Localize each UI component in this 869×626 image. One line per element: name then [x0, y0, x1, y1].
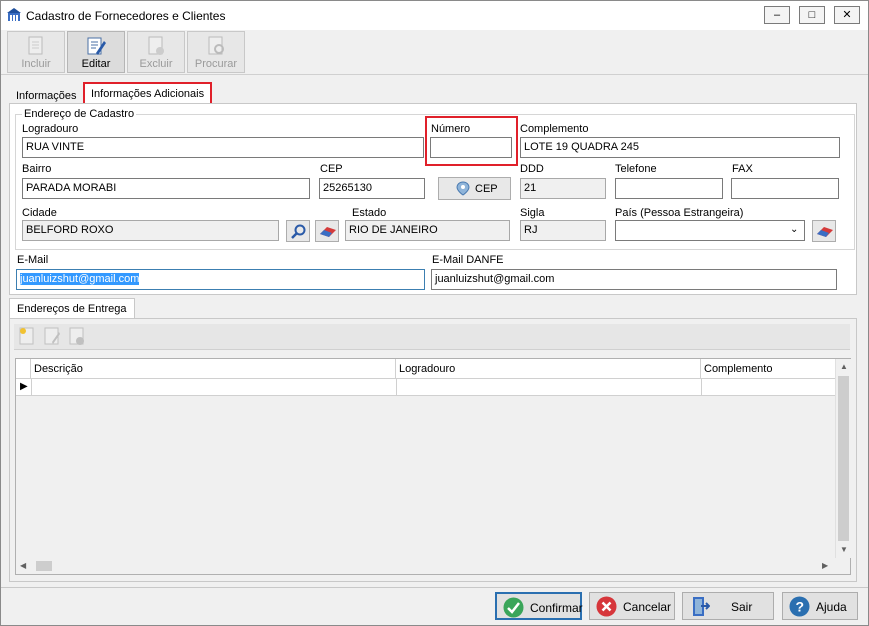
minimize-button[interactable]: – [764, 6, 790, 24]
cidade-search-button[interactable] [286, 220, 310, 242]
estado-input[interactable]: RIO DE JANEIRO [345, 220, 510, 241]
telefone-label: Telefone [615, 163, 657, 175]
complemento-label: Complemento [520, 123, 589, 135]
table-row[interactable]: ▶ [16, 379, 835, 396]
entrega-grid: Descrição Logradouro Complemento ▶ ▲ ▼ ◀… [15, 358, 851, 575]
vertical-scroll-thumb[interactable] [838, 376, 849, 541]
new-document-icon [28, 36, 43, 55]
sigla-label: Sigla [520, 207, 545, 219]
logradouro-input[interactable]: RUA VINTE [22, 137, 424, 158]
column-descricao[interactable]: Descrição [31, 359, 396, 379]
eraser-icon [320, 227, 336, 237]
new-document-icon[interactable] [18, 327, 36, 346]
cidade-clear-button[interactable] [315, 220, 339, 242]
cidade-label: Cidade [22, 207, 57, 219]
telefone-input[interactable] [615, 178, 723, 199]
column-logradouro[interactable]: Logradouro [396, 359, 701, 379]
magnifier-icon [291, 224, 306, 239]
delete-document-icon[interactable] [68, 327, 86, 346]
tab-enderecos-entrega[interactable]: Endereços de Entrega [9, 298, 135, 319]
current-row-arrow-icon: ▶ [20, 381, 28, 392]
complemento-input[interactable]: LOTE 19 QUADRA 245 [520, 137, 840, 158]
location-pin-icon [456, 181, 470, 196]
help-icon: ? [789, 596, 810, 617]
title-bar: Cadastro de Fornecedores e Clientes – □ … [1, 1, 868, 30]
ddd-label: DDD [520, 163, 544, 175]
email-label: E-Mail [17, 254, 49, 266]
exit-door-icon [693, 597, 710, 616]
horizontal-scrollbar[interactable]: ◀ ▶ [16, 558, 835, 574]
procurar-button[interactable]: Procurar [187, 31, 245, 73]
confirmar-button[interactable]: Confirmar [495, 592, 583, 620]
maximize-button[interactable]: □ [799, 6, 825, 24]
incluir-button[interactable]: Incluir [7, 31, 65, 73]
endereco-group-title: Endereço de Cadastro [22, 108, 137, 120]
edit-document-icon[interactable] [43, 327, 61, 346]
numero-label: Número [431, 123, 471, 135]
cancelar-button[interactable]: Cancelar [589, 592, 675, 620]
window-title: Cadastro de Fornecedores e Clientes [26, 9, 226, 23]
pais-label: País (Pessoa Estrangeira) [615, 207, 744, 219]
horizontal-scroll-thumb[interactable] [36, 561, 52, 571]
scroll-up-icon[interactable]: ▲ [840, 362, 848, 371]
cep-label: CEP [320, 163, 343, 175]
sair-button[interactable]: Sair [682, 592, 774, 620]
estado-label: Estado [352, 207, 387, 219]
scroll-left-icon[interactable]: ◀ [20, 561, 26, 570]
ddd-input[interactable]: 21 [520, 178, 606, 199]
checkmark-icon [503, 597, 524, 618]
bairro-label: Bairro [22, 163, 52, 175]
cancel-icon [596, 596, 617, 617]
pais-clear-button[interactable] [812, 220, 836, 242]
tab-informacoes-adicionais[interactable]: Informações Adicionais [83, 82, 213, 104]
app-icon [7, 8, 21, 21]
fax-label: FAX [732, 163, 753, 175]
edit-document-icon [87, 37, 106, 55]
delete-document-icon [148, 36, 164, 55]
editar-button[interactable]: Editar [67, 31, 125, 73]
eraser-icon [817, 227, 833, 237]
svg-text:?: ? [796, 599, 805, 615]
excluir-button[interactable]: Excluir [127, 31, 185, 73]
email-danfe-label: E-Mail DANFE [432, 254, 504, 266]
entrega-toolbar [14, 324, 850, 350]
main-window: Cadastro de Fornecedores e Clientes – □ … [0, 0, 869, 626]
fax-input[interactable] [731, 178, 839, 199]
logradouro-label: Logradouro [22, 123, 79, 135]
ajuda-button[interactable]: ? Ajuda [782, 592, 858, 620]
scroll-right-icon[interactable]: ▶ [822, 561, 828, 570]
toolbar: Incluir Editar Excluir Procurar [1, 30, 868, 75]
pais-select[interactable] [615, 220, 805, 241]
cep-lookup-button[interactable]: CEP [438, 177, 511, 200]
chevron-down-icon[interactable]: ⌄ [790, 224, 798, 235]
column-complemento[interactable]: Complemento [701, 359, 835, 379]
search-document-icon [208, 36, 224, 55]
close-button[interactable]: ✕ [834, 6, 860, 24]
numero-input[interactable] [430, 137, 512, 158]
row-indicator-header [16, 359, 31, 379]
email-input[interactable]: juanluizshut@gmail.com [16, 269, 425, 290]
cidade-input[interactable]: BELFORD ROXO [22, 220, 279, 241]
vertical-scrollbar[interactable]: ▲ ▼ [835, 359, 851, 558]
bairro-input[interactable]: PARADA MORABI [22, 178, 310, 199]
email-danfe-input[interactable]: juanluizshut@gmail.com [431, 269, 837, 290]
scroll-down-icon[interactable]: ▼ [840, 545, 848, 554]
cep-input[interactable]: 25265130 [319, 178, 425, 199]
sigla-input[interactable]: RJ [520, 220, 606, 241]
